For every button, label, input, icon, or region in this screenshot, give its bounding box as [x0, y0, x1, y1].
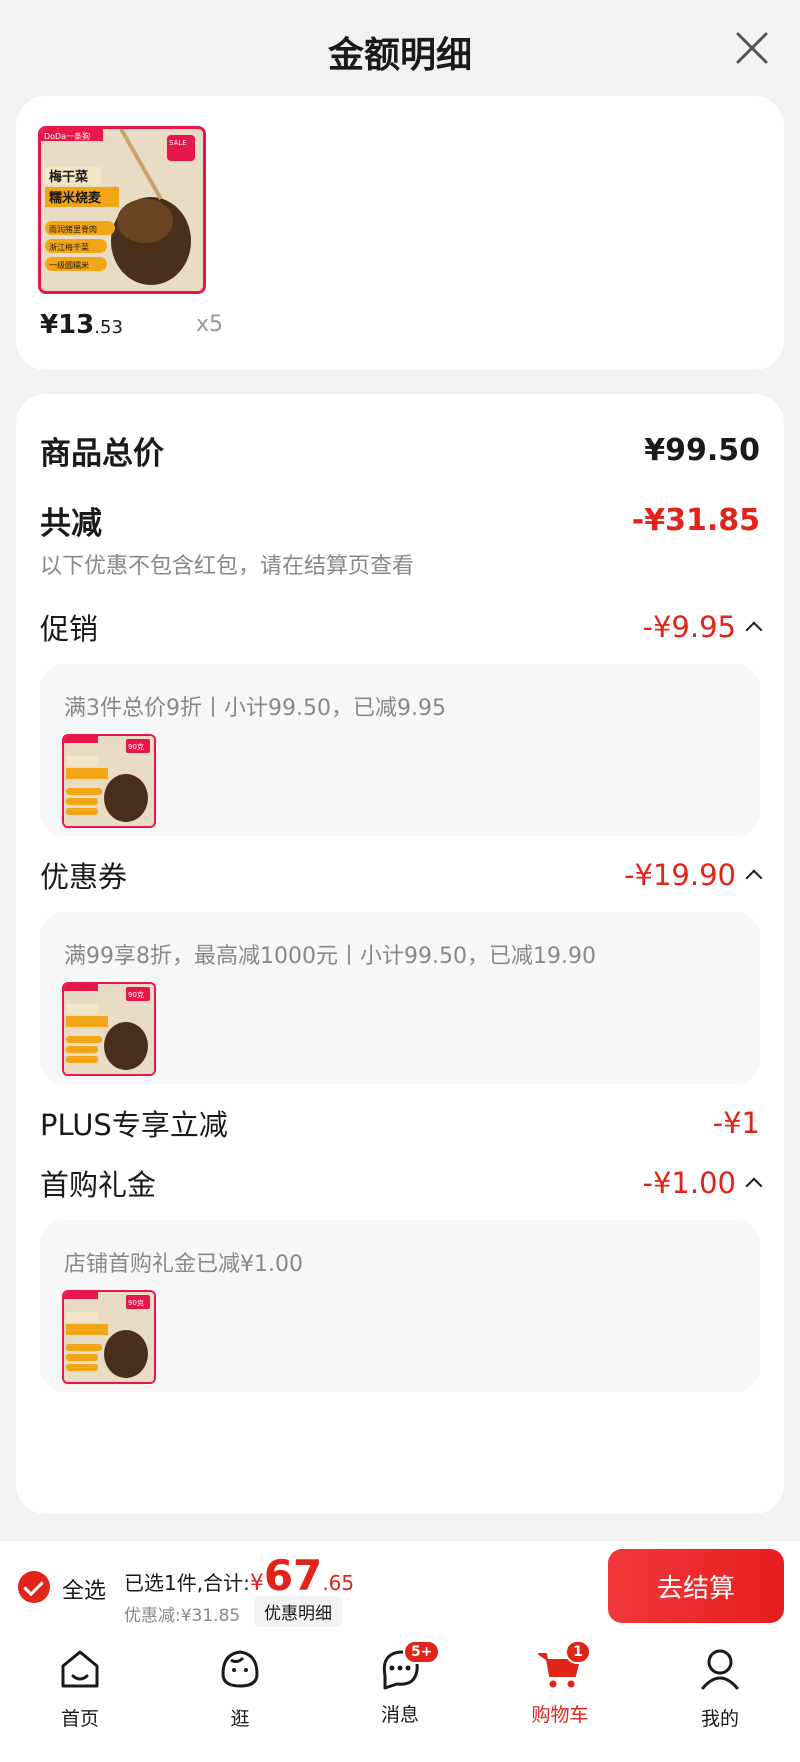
svg-text:糯米烧麦: 糯米烧麦 [49, 190, 102, 206]
plus-label: PLUS专享立减 [40, 1108, 228, 1142]
svg-text:雨润猪里脊肉: 雨润猪里脊肉 [49, 224, 97, 234]
promo-value: -¥9.95 [643, 610, 763, 644]
svg-text:90克: 90克 [128, 743, 144, 751]
product-thumbnail: 90克 [62, 982, 156, 1076]
svg-text:DoDa一条狗: DoDa一条狗 [44, 131, 90, 141]
coupon-label: 优惠券 [40, 860, 128, 894]
promo-detail-box: 满3件总价9折丨小计99.50，已减9.95 90克 [40, 664, 760, 836]
gift-detail-box: 店铺首购礼金已减¥1.00 90克 [40, 1220, 760, 1392]
checkout-button[interactable]: 去结算 [608, 1549, 784, 1623]
tab-mine[interactable]: 我的 [660, 1646, 780, 1731]
promo-detail-text: 满3件总价9折丨小计99.50，已减9.95 [64, 696, 446, 721]
close-icon[interactable] [732, 28, 772, 68]
amount-detail-sheet: 金额明细 DoDa一条狗 SALE 梅干菜 糯米烧麦 雨润猪里脊肉 浙江梅干菜 … [0, 0, 800, 1540]
product-image[interactable]: DoDa一条狗 SALE 梅干菜 糯米烧麦 雨润猪里脊肉 浙江梅干菜 一级圆糯米 [38, 126, 206, 294]
saved-amount: 优惠减:¥31.85 [124, 1606, 241, 1626]
unit-price: ¥13.53 [40, 310, 123, 340]
select-all-checkbox[interactable] [18, 1571, 50, 1603]
svg-text:90克: 90克 [128, 1299, 144, 1307]
message-badge: 5+ [403, 1640, 441, 1664]
product-thumbnail: 90克 [62, 734, 156, 828]
browse-icon [221, 1650, 259, 1688]
user-icon [701, 1649, 739, 1690]
svg-text:SALE: SALE [169, 139, 187, 147]
sheet-title: 金额明细 [327, 35, 472, 76]
total-reduce-row: 共减 -¥31.85 [40, 498, 760, 543]
svg-text:一级圆糯米: 一级圆糯米 [49, 260, 89, 270]
tab-home[interactable]: 首页 [20, 1646, 140, 1731]
tab-cart[interactable]: 1 购物车 [500, 1640, 620, 1727]
total-price-label: 商品总价 [40, 436, 164, 472]
sheet-header: 金额明细 [0, 0, 800, 96]
total-reduce-value: -¥31.85 [631, 503, 760, 538]
chevron-up-icon[interactable] [745, 621, 763, 639]
total-price-value: ¥99.50 [644, 433, 760, 468]
home-icon [61, 1650, 99, 1688]
svg-text:90克: 90克 [128, 991, 144, 999]
svg-text:浙江梅干菜: 浙江梅干菜 [49, 242, 89, 252]
bottom-tab-bar: 首页 逛 5+ 消息 1 购物车 我的 [0, 1632, 800, 1762]
price-detail-card: 商品总价 ¥99.50 共减 -¥31.85 以下优惠不包含红包，请在结算页查看… [16, 394, 784, 1514]
select-all-label[interactable]: 全选 [62, 1573, 106, 1605]
svg-text:梅干菜: 梅干菜 [49, 169, 88, 185]
product-card: DoDa一条狗 SALE 梅干菜 糯米烧麦 雨润猪里脊肉 浙江梅干菜 一级圆糯米… [16, 96, 784, 370]
gift-label: 首购礼金 [40, 1168, 157, 1202]
coupon-detail-box: 满99享8折，最高减1000元丨小计99.50，已减19.90 90克 [40, 912, 760, 1084]
discount-detail-button[interactable]: 优惠明细 [254, 1596, 342, 1627]
coupon-row[interactable]: 优惠券 -¥19.90 [40, 854, 763, 896]
chevron-up-icon[interactable] [745, 869, 763, 887]
quantity: x5 [196, 312, 224, 337]
product-thumbnail: 90克 [62, 1290, 156, 1384]
gift-value: -¥1.00 [643, 1166, 763, 1200]
tab-browse[interactable]: 逛 [180, 1646, 300, 1731]
plus-value: -¥1 [712, 1106, 760, 1140]
gift-detail-text: 店铺首购礼金已减¥1.00 [64, 1252, 303, 1277]
promo-label: 促销 [40, 612, 99, 646]
total-price-row: 商品总价 ¥99.50 [40, 428, 760, 473]
promo-row[interactable]: 促销 -¥9.95 [40, 606, 763, 648]
chevron-up-icon[interactable] [745, 1177, 763, 1195]
checkout-bar: 全选 已选1件,合计: ¥ 67 .65 优惠减:¥31.85 优惠明细 去结算 [0, 1540, 800, 1632]
cart-badge: 1 [565, 1640, 591, 1664]
tab-messages[interactable]: 5+ 消息 [340, 1640, 460, 1727]
coupon-detail-text: 满99享8折，最高减1000元丨小计99.50，已减19.90 [64, 944, 596, 969]
total-reduce-label: 共减 [40, 506, 102, 542]
reduce-note: 以下优惠不包含红包，请在结算页查看 [40, 554, 415, 579]
total-summary: 已选1件,合计: ¥ 67 .65 [124, 1551, 355, 1600]
plus-row: PLUS专享立减 -¥1 [40, 1102, 760, 1144]
coupon-value: -¥19.90 [624, 858, 763, 892]
gift-row[interactable]: 首购礼金 -¥1.00 [40, 1162, 763, 1204]
